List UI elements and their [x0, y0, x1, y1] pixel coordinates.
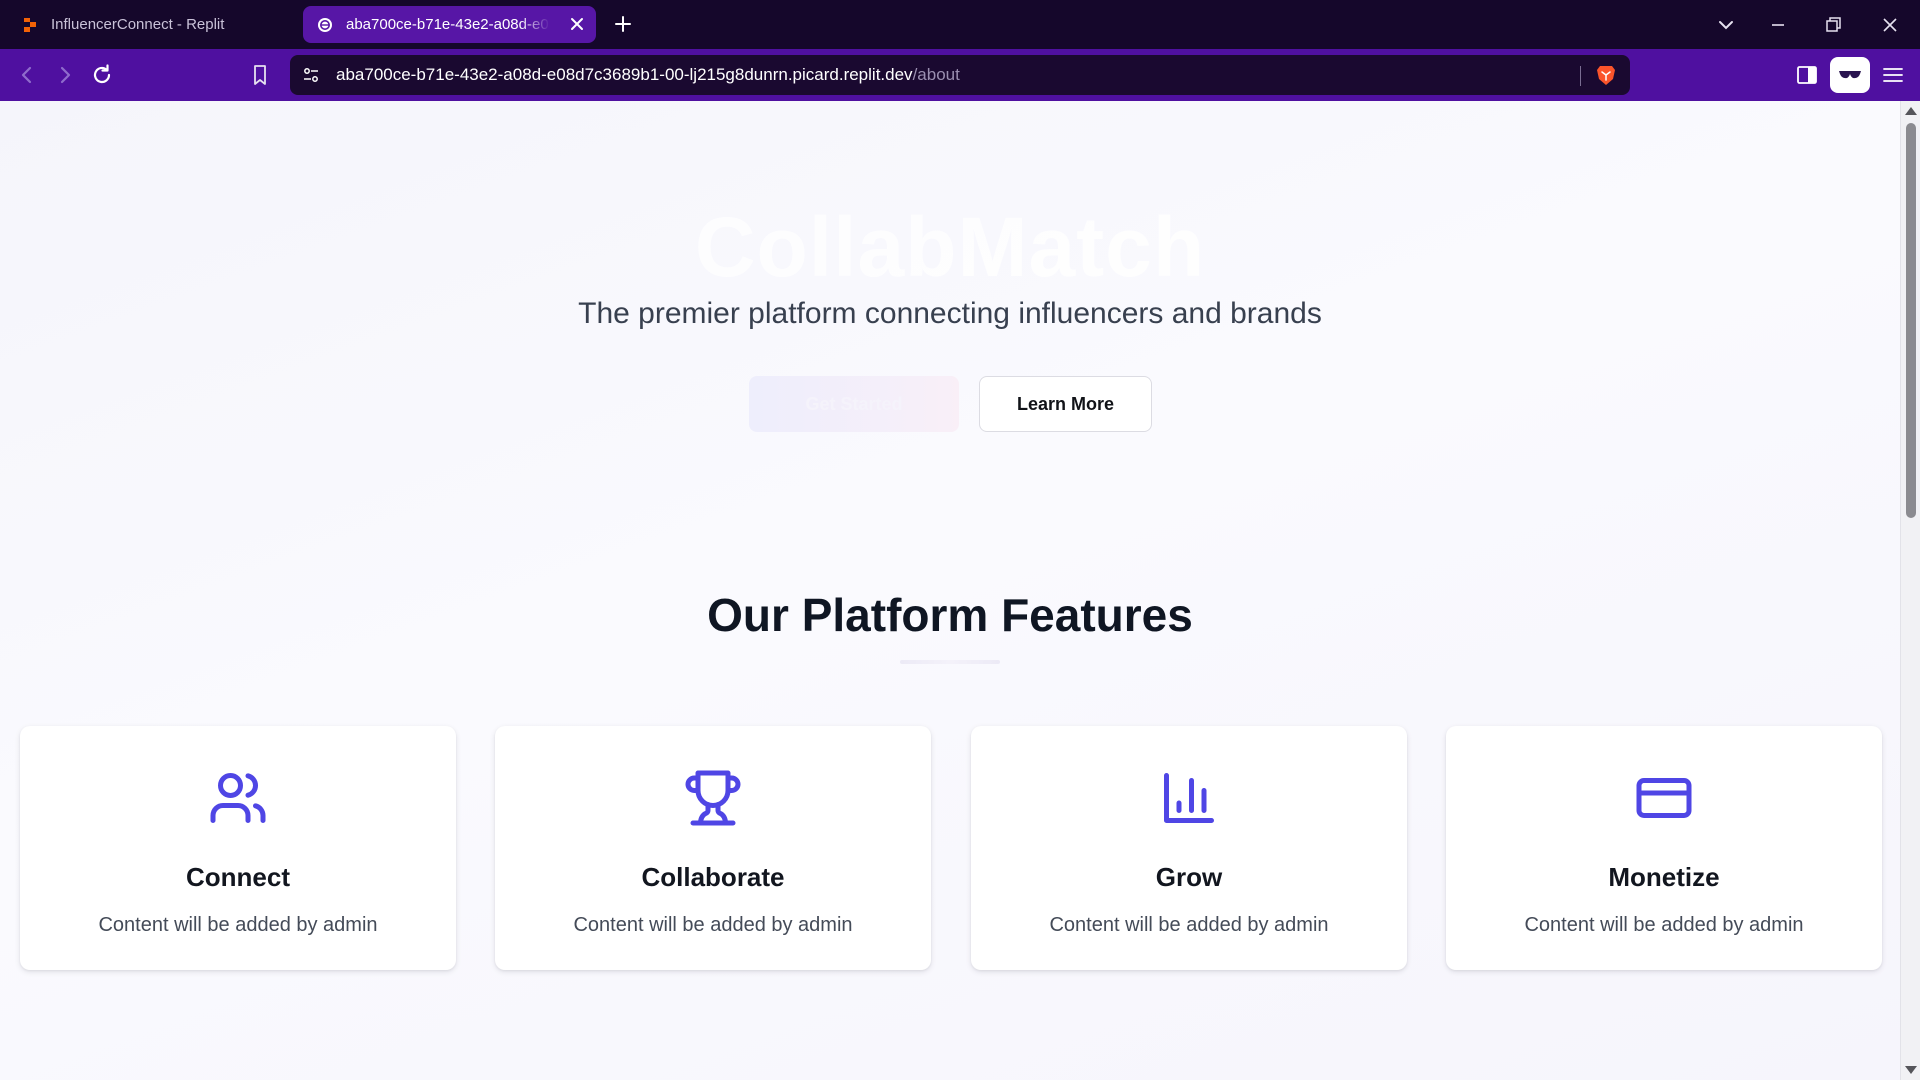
feature-description: Content will be added by admin [573, 914, 853, 936]
bookmark-icon[interactable] [247, 62, 273, 88]
features-heading: Our Platform Features [707, 589, 1193, 641]
feature-description: Content will be added by admin [98, 914, 378, 936]
browser-tab-bar: InfluencerConnect - Replit aba700ce-b71e… [0, 0, 1920, 49]
get-started-button[interactable]: Get Started [749, 376, 959, 432]
feature-card-monetize: Monetize Content will be added by admin [1446, 726, 1882, 970]
menu-hamburger-icon[interactable] [1880, 62, 1906, 88]
users-icon [210, 773, 266, 823]
close-tab-icon[interactable] [568, 15, 586, 33]
tab-list-chevron-down-icon[interactable] [1714, 13, 1738, 37]
feature-card-connect: Connect Content will be added by admin [20, 726, 456, 970]
glasses-icon [1839, 71, 1861, 79]
feature-title: Monetize [1608, 862, 1720, 892]
heading-underline [900, 660, 1000, 664]
address-bar[interactable]: aba700ce-b71e-43e2-a08d-e08d7c3689b1-00-… [290, 55, 1630, 95]
tab-current-page[interactable]: aba700ce-b71e-43e2-a08d-e08d7c3689b1 [303, 6, 596, 43]
feature-title: Grow [1155, 862, 1223, 892]
credit-card-icon [1636, 778, 1692, 818]
reload-icon[interactable] [89, 62, 115, 88]
back-arrow-icon[interactable] [14, 62, 40, 88]
hero-title: CollabMatch [694, 200, 1206, 294]
globe-icon [318, 17, 332, 32]
minimize-icon[interactable] [1766, 13, 1790, 37]
sidebar-toggle-icon[interactable] [1794, 62, 1820, 88]
scroll-up-arrow-icon[interactable] [1905, 107, 1917, 115]
feature-card-grow: Grow Content will be added by admin [971, 726, 1407, 970]
bar-chart-icon [1164, 773, 1214, 823]
hero-subtitle: The premier platform connecting influenc… [578, 297, 1322, 330]
reader-mode-button[interactable] [1830, 57, 1870, 93]
scroll-down-arrow-icon[interactable] [1905, 1066, 1917, 1074]
about-page: CollabMatch The premier platform connect… [0, 101, 1900, 1080]
url-path: /about [912, 65, 960, 84]
browser-toolbar: aba700ce-b71e-43e2-a08d-e08d7c3689b1-00-… [0, 49, 1920, 101]
url-host: aba700ce-b71e-43e2-a08d-e08d7c3689b1-00-… [336, 65, 913, 84]
tab-influencerconnect[interactable]: InfluencerConnect - Replit [8, 6, 298, 43]
replit-favicon-icon [24, 17, 36, 32]
feature-title: Connect [186, 862, 290, 892]
close-window-icon[interactable] [1878, 13, 1902, 37]
tab-title: InfluencerConnect - Replit [51, 16, 225, 33]
forward-arrow-icon[interactable] [52, 62, 78, 88]
tab-title: aba700ce-b71e-43e2-a08d-e08d7c3689b1 [346, 16, 550, 33]
page-scrollbar[interactable] [1900, 101, 1920, 1080]
feature-title: Collaborate [641, 862, 785, 892]
address-divider [1580, 66, 1581, 86]
feature-card-collaborate: Collaborate Content will be added by adm… [495, 726, 931, 970]
feature-description: Content will be added by admin [1524, 914, 1804, 936]
trophy-icon [685, 770, 741, 826]
brave-shield-icon[interactable] [1596, 64, 1616, 86]
url-text: aba700ce-b71e-43e2-a08d-e08d7c3689b1-00-… [336, 65, 960, 85]
feature-description: Content will be added by admin [1049, 914, 1329, 936]
new-tab-plus-icon[interactable] [612, 13, 634, 35]
site-info-icon[interactable] [302, 66, 320, 84]
restore-window-icon[interactable] [1821, 13, 1845, 37]
scrollbar-thumb[interactable] [1906, 123, 1916, 518]
learn-more-button[interactable]: Learn More [979, 376, 1152, 432]
